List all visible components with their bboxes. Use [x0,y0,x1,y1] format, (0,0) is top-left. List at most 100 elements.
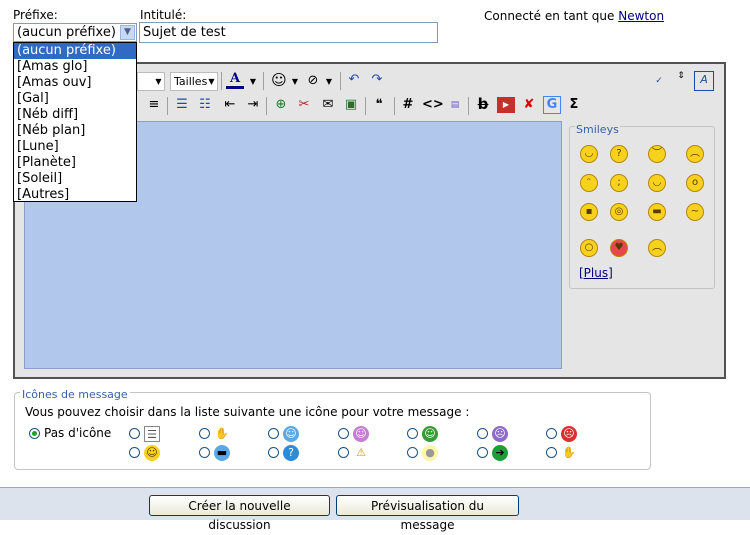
smiley-angry-icon[interactable]: ︶ [648,145,666,163]
youtube-icon[interactable]: ▶ [497,97,515,113]
grin-icon: ☺ [422,426,438,442]
smiley-tongue-icon[interactable]: ᵔ [580,174,598,192]
radio-thumbs-up[interactable] [546,447,557,458]
unordered-list-icon[interactable]: ☷ [197,97,213,113]
smiley-grin-icon[interactable]: ▬ [648,203,666,221]
prefix-option[interactable]: [Néb diff] [14,107,136,123]
quote-icon[interactable]: ❝ [371,97,387,113]
undo-icon[interactable]: ↶ [346,72,362,88]
smiley-eek-icon[interactable]: ○ [580,239,598,257]
smiley-surprised-icon[interactable]: o [686,174,704,192]
prefix-option[interactable]: [Lune] [14,139,136,155]
link-icon[interactable]: ⊕ [273,97,289,113]
radio-sad-purple[interactable] [477,428,488,439]
image-icon[interactable]: ▣ [343,97,359,113]
radio-arrow-right[interactable] [477,447,488,458]
radio-angry[interactable] [546,428,557,439]
angry-icon: ☹ [561,426,577,442]
smiley-cool-icon[interactable]: ▪ [580,203,598,221]
document-icon: ☰ [144,426,160,442]
font-color-icon[interactable]: A [226,71,244,89]
smiley-dizzy-icon[interactable]: ~ [686,203,704,221]
prefix-option[interactable]: [Gal] [14,91,136,107]
smiley-glasses-icon[interactable]: ◎ [610,203,628,221]
smileys-legend: Smileys [575,123,620,136]
toolbar-separator [221,72,222,90]
switch-mode-icon[interactable]: A [694,71,714,91]
font-size-select[interactable]: Tailles ▼ [170,72,218,91]
radio-warning[interactable] [338,447,349,458]
prefix-option[interactable]: [Soleil] [14,171,136,187]
smiley-smile-icon[interactable]: ◡ [580,145,598,163]
chevron-down-icon[interactable]: ▼ [324,74,334,90]
prefix-option[interactable]: [Amas ouv] [14,75,136,91]
smiley-biggrin-icon[interactable]: ◡ [648,174,666,192]
radio-smile-yellow[interactable] [129,447,140,458]
radio-sunglasses[interactable] [199,447,210,458]
sigma-icon[interactable]: Σ [567,97,581,113]
sad-purple-icon: ☹ [492,426,508,442]
chevron-down-icon: ▼ [208,77,215,86]
font-select[interactable]: ▼ [137,72,165,91]
prefix-option[interactable]: [Autres] [14,187,136,203]
message-icons-description: Vous pouvez choisir dans la liste suivan… [25,405,470,419]
code-icon[interactable]: <> [422,97,444,113]
toolbar-separator [263,72,264,90]
prefix-label: Préfixe: [13,8,58,22]
title-label: Intitulé: [140,8,187,22]
attachment-icon[interactable]: ⊘ [306,73,320,89]
radio-no-icon[interactable] [29,428,40,439]
chevron-down-icon: ▼ [155,77,162,86]
smiley-love-icon[interactable]: ♥ [610,239,628,257]
unlink-icon[interactable]: ✂ [296,97,312,113]
prefix-option[interactable]: [Amas glo] [14,59,136,75]
smile-icon: ☺ [283,426,299,442]
smiley-wink-icon[interactable]: ; [610,174,628,192]
thumbs-up-icon: ✋ [562,446,576,459]
redo-icon[interactable]: ↷ [369,72,385,88]
toolbar-separator [394,97,395,115]
spellcheck-icon[interactable]: ✓ [650,73,668,89]
ordered-list-icon[interactable]: ☰ [174,97,190,113]
question-icon: ? [283,445,299,461]
font-size-label: Tailles [174,75,208,88]
resize-icon[interactable]: ⇕ [676,71,686,81]
indent-icon[interactable]: ⇥ [245,97,261,113]
google-icon[interactable]: G [543,96,561,114]
radio-smile[interactable] [268,428,279,439]
radio-question[interactable] [268,447,279,458]
create-discussion-button[interactable]: Créer la nouvelle discussion [149,495,330,532]
chevron-down-icon[interactable]: ▼ [120,25,135,40]
title-input[interactable] [139,22,438,43]
justify-icon[interactable]: ≡ [147,97,161,113]
username-link[interactable]: Newton [618,9,664,23]
email-icon[interactable]: ✉ [320,97,336,113]
smiley-insert-icon[interactable]: ☺ [270,72,288,88]
prefix-dropdown-list[interactable]: (aucun préfixe) [Amas glo] [Amas ouv] [Gal]… [13,42,137,202]
radio-document[interactable] [129,428,140,439]
x-icon[interactable]: ✘ [521,97,537,113]
smiley-sad-icon[interactable]: ︵ [648,239,666,257]
prefix-option[interactable]: [Néb plan] [14,123,136,139]
prefix-select[interactable]: (aucun préfixe) ▼ [13,23,137,42]
toolbar-separator [340,72,341,90]
radio-tongue[interactable] [338,428,349,439]
hash-icon[interactable]: # [401,97,415,113]
outdent-icon[interactable]: ⇤ [222,97,238,113]
preview-message-button[interactable]: Prévisualisation du message [336,495,519,532]
radio-grin[interactable] [407,428,418,439]
radio-thumbs-down[interactable] [199,428,210,439]
chevron-down-icon[interactable]: ▼ [248,74,258,90]
radio-lightbulb[interactable] [407,447,418,458]
strike-icon[interactable]: b [476,96,490,112]
smileys-more-link[interactable]: [Plus] [579,266,613,280]
prefix-option[interactable]: [Planète] [14,155,136,171]
toolbar-separator [266,97,267,115]
smiley-confused-icon[interactable]: ? [610,145,628,163]
prefix-selected-value: (aucun préfixe) [17,25,116,40]
php-icon[interactable]: ▤ [447,97,463,113]
connected-text: Connecté en tant que [484,9,615,23]
smiley-frown-icon[interactable]: ︵ [686,145,704,163]
chevron-down-icon[interactable]: ▼ [290,74,300,90]
prefix-option[interactable]: (aucun préfixe) [14,43,136,59]
